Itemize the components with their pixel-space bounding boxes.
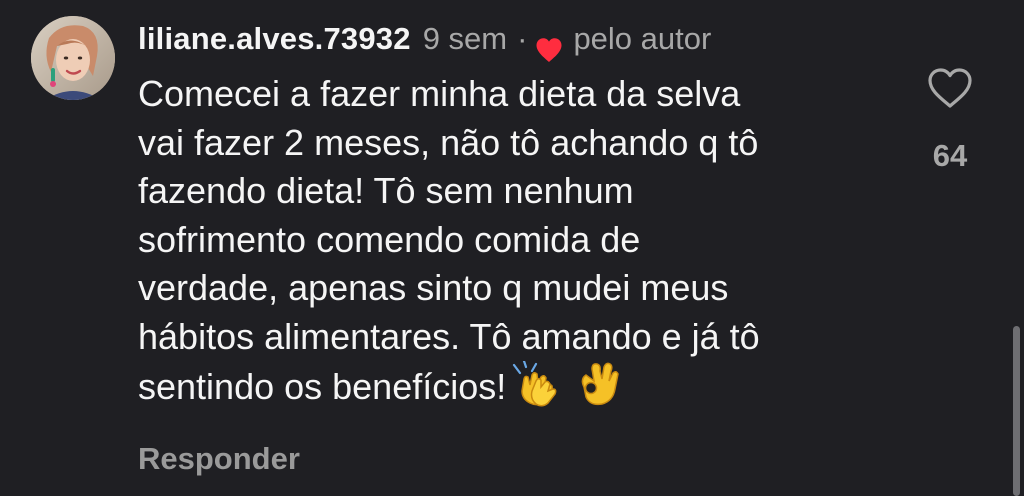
comment-text-line: sofrimento comendo comida de	[138, 218, 641, 260]
reply-button[interactable]: Responder	[138, 437, 300, 481]
comment-header: liliane.alves.73932 9 sem · pelo autor	[138, 14, 711, 64]
avatar-image	[31, 16, 115, 100]
like-count: 64	[932, 138, 968, 173]
heart-filled-icon	[535, 28, 563, 62]
clapping-hands-emoji	[510, 359, 562, 420]
comment-text-last-line: sentindo os benefícios!	[138, 359, 898, 420]
like-button[interactable]	[926, 66, 974, 110]
avatar[interactable]	[31, 16, 115, 100]
liked-by-author-label: pelo autor	[573, 21, 712, 56]
comment-text: Comecei a fazer minha dieta da selva vai…	[138, 70, 898, 420]
comment-text-line: hábitos alimentares. Tô amando e já tô	[138, 315, 760, 357]
comment-text-line: fazendo dieta! Tô sem nenhum	[138, 170, 634, 211]
comment-text-line: verdade, apenas sinto q mudei meus	[138, 267, 729, 308]
username[interactable]: liliane.alves.73932	[138, 14, 411, 64]
comment-text-line: sentindo os benefícios!	[138, 366, 507, 407]
comment-text-line: vai fazer 2 meses, não tô achando q tô	[138, 121, 759, 163]
heart-outline-icon	[928, 68, 972, 108]
comment-text-line: Comecei a fazer minha dieta da selva	[138, 73, 741, 114]
ok-hand-emoji	[576, 361, 620, 420]
scrollbar[interactable]	[1013, 326, 1020, 496]
timestamp: 9 sem	[422, 21, 508, 56]
separator: ·	[517, 21, 528, 56]
comment: liliane.alves.73932 9 sem · pelo autor C…	[0, 0, 1024, 496]
